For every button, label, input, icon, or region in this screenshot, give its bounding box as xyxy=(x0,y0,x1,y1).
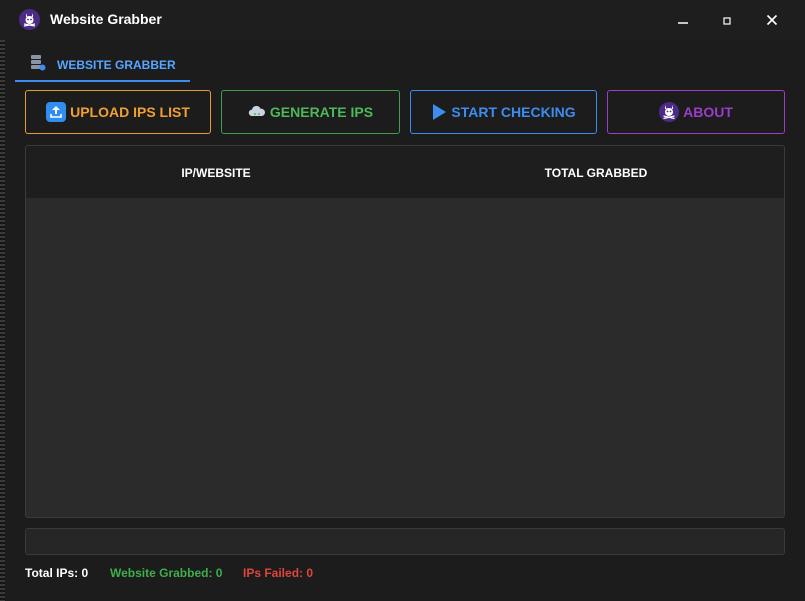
upload-ips-list-button[interactable]: UPLOAD IPS LIST xyxy=(25,90,211,134)
close-button[interactable] xyxy=(757,8,787,32)
about-button[interactable]: ABOUT xyxy=(607,90,785,134)
upload-icon xyxy=(46,102,67,122)
cloud-icon xyxy=(248,105,266,119)
table-header: IP/WEBSITE TOTAL GRABBED xyxy=(26,146,784,198)
maximize-button[interactable] xyxy=(712,8,742,32)
title-bar: Website Grabber xyxy=(0,0,805,40)
column-header-ip-website[interactable]: IP/WEBSITE xyxy=(26,166,406,180)
start-checking-label: START CHECKING xyxy=(451,104,576,120)
minimize-icon xyxy=(678,22,688,24)
about-label: ABOUT xyxy=(683,104,733,120)
website-grabbed-status: Website Grabbed: 0 xyxy=(110,566,223,580)
total-ips-status: Total IPs: 0 xyxy=(25,566,89,580)
start-checking-button[interactable]: START CHECKING xyxy=(410,90,597,134)
skull-bunny-icon xyxy=(19,9,40,30)
progress-bar xyxy=(25,528,785,555)
maximize-icon xyxy=(723,17,731,25)
skull-bunny-icon xyxy=(659,102,680,122)
generate-ips-button[interactable]: GENERATE IPS xyxy=(221,90,400,134)
server-icon xyxy=(29,54,47,77)
tab-website-grabber[interactable]: WEBSITE GRABBER xyxy=(15,50,190,82)
upload-ips-list-label: UPLOAD IPS LIST xyxy=(70,104,190,120)
tab-label: WEBSITE GRABBER xyxy=(57,58,176,72)
play-icon xyxy=(431,103,447,121)
results-table[interactable]: IP/WEBSITE TOTAL GRABBED xyxy=(25,145,785,518)
minimize-button[interactable] xyxy=(668,8,698,32)
column-header-total-grabbed[interactable]: TOTAL GRABBED xyxy=(406,166,784,180)
ips-failed-status: IPs Failed: 0 xyxy=(243,566,314,580)
window-left-edge xyxy=(0,40,5,601)
window-title: Website Grabber xyxy=(50,11,162,27)
generate-ips-label: GENERATE IPS xyxy=(269,104,374,120)
close-icon xyxy=(766,14,778,26)
